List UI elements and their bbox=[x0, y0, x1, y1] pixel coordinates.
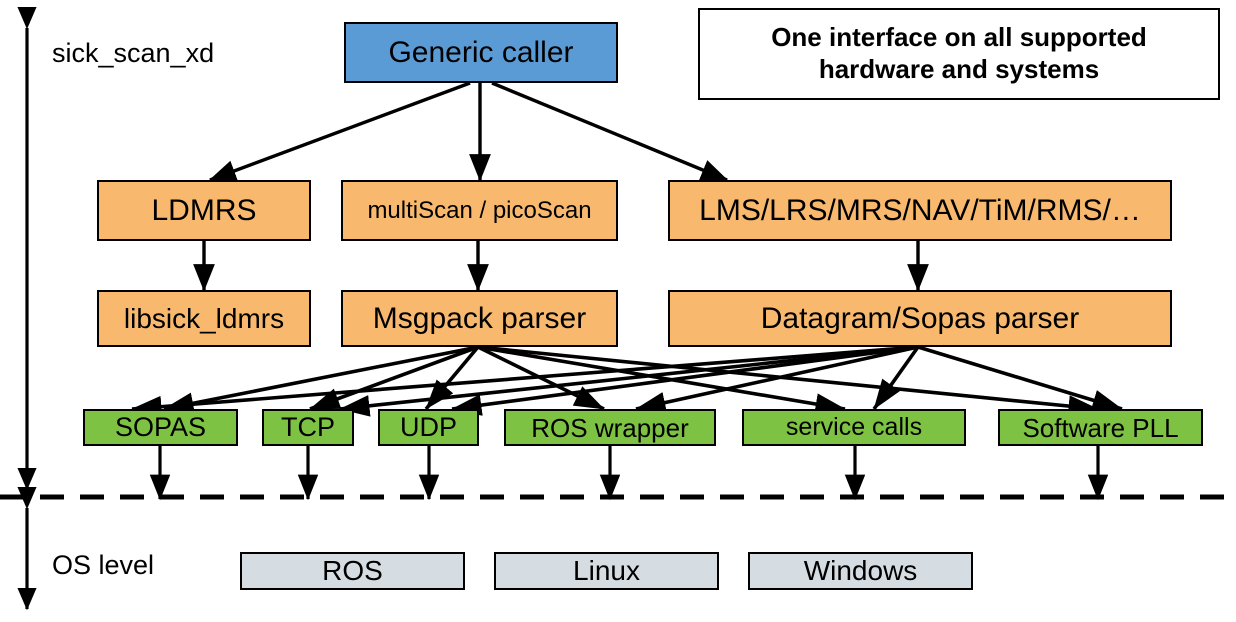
node-libsick-ldmrs[interactable]: libsick_ldmrs bbox=[97, 290, 311, 347]
node-os-linux[interactable]: Linux bbox=[494, 552, 719, 590]
edge-datagram-udp bbox=[451, 345, 919, 416]
edge-datagram-service bbox=[872, 345, 920, 411]
edge-msgpack-udp bbox=[424, 345, 480, 411]
edge-datagram-sopas bbox=[131, 345, 919, 418]
node-os-ros[interactable]: ROS bbox=[240, 552, 465, 590]
node-os-windows[interactable]: Windows bbox=[748, 552, 973, 590]
scope-label-os-level: OS level bbox=[52, 550, 155, 580]
node-software-pll[interactable]: Software PLL bbox=[998, 409, 1203, 446]
edge-msgpack-pll bbox=[477, 345, 1099, 417]
edge-datagram-pll bbox=[917, 345, 1123, 411]
node-multiscan-picoscan[interactable]: multiScan / picoScan bbox=[341, 180, 618, 241]
node-generic-caller[interactable]: Generic caller bbox=[344, 22, 618, 83]
callout-one-interface: One interface on all supported hardware … bbox=[698, 8, 1220, 100]
diagram-canvas: sick_scan_xd OS level One interface on a… bbox=[0, 0, 1236, 622]
node-tcp[interactable]: TCP bbox=[262, 409, 354, 446]
node-ros-wrapper[interactable]: ROS wrapper bbox=[504, 409, 716, 446]
node-service-calls[interactable]: service calls bbox=[742, 409, 966, 446]
callout-line-2: hardware and systems bbox=[818, 54, 1100, 84]
edge-caller-ldmrs bbox=[208, 81, 471, 182]
node-udp[interactable]: UDP bbox=[378, 409, 479, 446]
node-lms-family[interactable]: LMS/LRS/MRS/NAV/TiM/RMS/… bbox=[668, 180, 1172, 241]
node-msgpack-parser[interactable]: Msgpack parser bbox=[341, 290, 618, 347]
scope-label-sick-scan-xd: sick_scan_xd bbox=[52, 38, 215, 68]
edge-msgpack-tcp bbox=[309, 345, 479, 411]
edge-msgpack-sopas bbox=[163, 345, 479, 414]
edge-msgpack-service bbox=[477, 345, 846, 415]
node-datagram-sopas-parser[interactable]: Datagram/Sopas parser bbox=[668, 290, 1172, 347]
callout-line-1: One interface on all supported bbox=[771, 22, 1147, 53]
edge-msgpack-ros-wrapper bbox=[477, 345, 605, 411]
edge-datagram-ros-wrapper bbox=[635, 345, 919, 414]
node-sopas[interactable]: SOPAS bbox=[83, 409, 238, 446]
node-ldmrs[interactable]: LDMRS bbox=[97, 180, 311, 241]
edge-caller-lms bbox=[491, 81, 729, 182]
edge-datagram-tcp bbox=[339, 345, 919, 417]
